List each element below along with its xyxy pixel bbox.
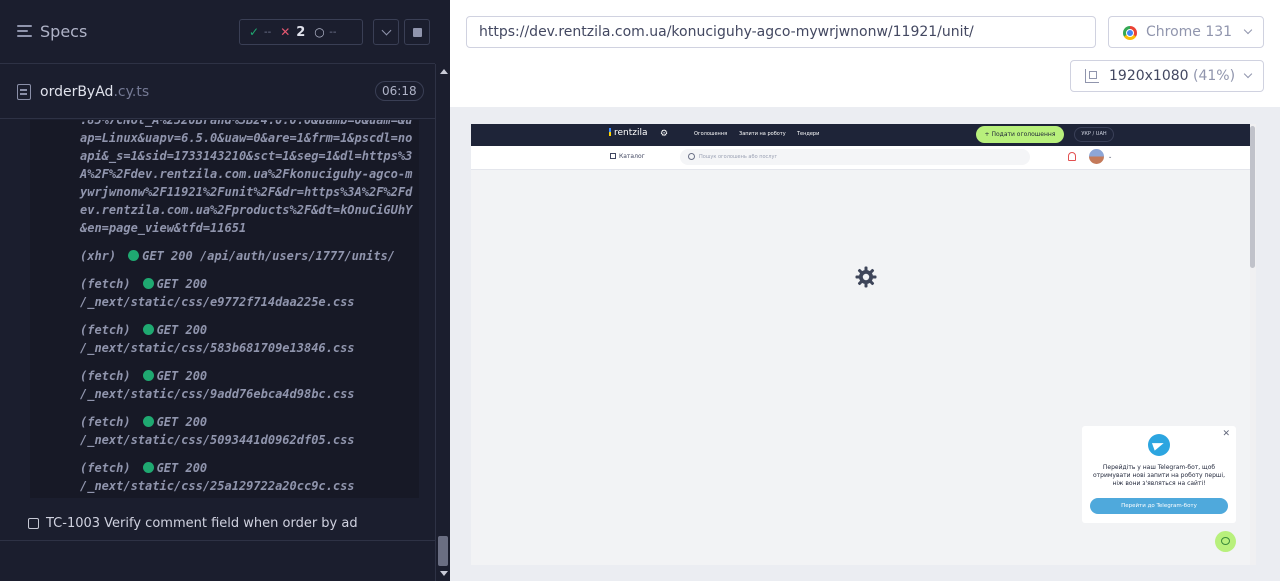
aut-toolbar: https://dev.rentzila.com.ua/konuciguhy-a… — [450, 0, 1280, 107]
pending-test-icon — [28, 518, 39, 529]
failed-count: ✕ 2 — [280, 24, 306, 40]
site-logo[interactable]: rentzila — [609, 128, 648, 138]
log-entry[interactable]: (fetch) GET 200/_next/static/css/25a12972… — [80, 459, 355, 495]
status-dot-icon — [142, 278, 154, 289]
status-dot-icon — [142, 370, 154, 381]
status-dot-icon — [142, 416, 154, 427]
log-entry[interactable]: (xhr) GET 200 /api/auth/users/1777/units/ — [80, 247, 395, 265]
test-title: TC-1003 Verify comment field when order … — [46, 516, 358, 531]
nav-link-requests[interactable]: Запити на роботу — [739, 131, 786, 137]
command-log: .85%7CNot_A%2520Brand%3B24.0.0.0&uamb=0&… — [30, 120, 419, 498]
add-ad-button[interactable]: + Подати оголошення — [976, 126, 1064, 143]
scroll-down-icon[interactable] — [440, 571, 448, 576]
collapse-button[interactable] — [373, 19, 399, 45]
specs-title[interactable]: Specs — [40, 22, 87, 41]
divider — [0, 540, 435, 541]
chat-button[interactable] — [1215, 531, 1236, 552]
close-icon[interactable]: ✕ — [1222, 429, 1230, 439]
scroll-thumb[interactable] — [438, 536, 448, 566]
telegram-popup: ✕ Перейдіть у наш Telegram-бот, щоб отри… — [1082, 426, 1236, 523]
viewport-size[interactable]: 1920x1080 (41%) — [1070, 60, 1264, 92]
grid-icon — [610, 153, 616, 159]
chevron-down-icon — [1243, 69, 1253, 79]
specs-list-icon[interactable] — [17, 25, 32, 39]
chevron-down-icon[interactable]: ⌄ — [1108, 154, 1112, 160]
stop-button[interactable] — [404, 19, 430, 45]
test-stats: ✓ -- ✕ 2 ○ -- — [239, 19, 363, 45]
log-entry[interactable]: (fetch) GET 200/_next/static/css/5093441d… — [80, 413, 355, 449]
avatar[interactable] — [1089, 149, 1104, 164]
scroll-up-icon[interactable] — [440, 69, 448, 74]
status-dot-icon — [142, 462, 154, 473]
site-header: rentzila ⚙ Оголошення Запити на роботу Т… — [471, 124, 1250, 146]
check-icon: ✓ — [249, 25, 260, 39]
chevron-down-icon — [1243, 25, 1253, 35]
log-entry[interactable]: (fetch) GET 200/_next/static/css/e9772f71… — [80, 275, 355, 311]
loading-spinner-icon — [855, 266, 877, 288]
spec-file-row[interactable]: orderByAd.cy.ts 06:18 — [0, 65, 435, 119]
log-entry[interactable]: (fetch) GET 200/_next/static/css/583b6817… — [80, 321, 355, 357]
settings-icon[interactable]: ⚙ — [660, 129, 668, 139]
spec-duration: 06:18 — [375, 81, 424, 101]
browser-selector[interactable]: Chrome 131 — [1108, 16, 1264, 48]
telegram-button[interactable]: Перейти до Telegram-боту — [1090, 498, 1228, 514]
browser-panel: https://dev.rentzila.com.ua/konuciguhy-a… — [450, 0, 1280, 581]
chrome-icon — [1123, 26, 1137, 40]
reporter-scrollbar[interactable] — [435, 64, 450, 581]
pending-icon: ○ — [314, 25, 325, 39]
telegram-icon — [1148, 434, 1170, 456]
file-icon — [17, 84, 31, 100]
viewport-icon — [1085, 69, 1099, 83]
nav-link-tenders[interactable]: Тендери — [797, 131, 819, 137]
reporter-header: Specs ✓ -- ✕ 2 ○ -- — [0, 0, 435, 64]
test-item[interactable]: TC-1003 Verify comment field when order … — [28, 516, 358, 531]
aut-scrollbar[interactable] — [1250, 124, 1256, 565]
ga-request-url[interactable]: .85%7CNot_A%2520Brand%3B24.0.0.0&uamb=0&… — [80, 120, 416, 237]
log-entry[interactable]: (fetch) GET 200/_next/static/css/9add76eb… — [80, 367, 355, 403]
bell-icon[interactable] — [1068, 152, 1076, 161]
nav-link-ads[interactable]: Оголошення — [694, 131, 727, 137]
telegram-text: Перейдіть у наш Telegram-бот, щоб отриму… — [1093, 464, 1225, 487]
aut-iframe[interactable]: rentzila ⚙ Оголошення Запити на роботу Т… — [471, 124, 1256, 565]
cross-icon: ✕ — [280, 25, 291, 39]
pending-count: ○ -- — [314, 25, 337, 39]
status-dot-icon — [128, 250, 140, 261]
language-selector[interactable]: УКР / UAH — [1074, 127, 1114, 142]
status-dot-icon — [142, 324, 154, 335]
reporter-panel: Specs ✓ -- ✕ 2 ○ -- orderByAd.cy.ts 06:1… — [0, 0, 450, 581]
spec-file-name: orderByAd.cy.ts — [40, 84, 150, 100]
catalog-button[interactable]: Каталог — [610, 153, 645, 160]
site-subheader: Каталог Пошук оголошень або послуг ⌄ — [471, 146, 1250, 170]
site-search-input[interactable]: Пошук оголошень або послуг — [680, 149, 1030, 165]
passed-count: ✓ -- — [249, 25, 272, 39]
aut-url-field[interactable]: https://dev.rentzila.com.ua/konuciguhy-a… — [466, 16, 1096, 48]
